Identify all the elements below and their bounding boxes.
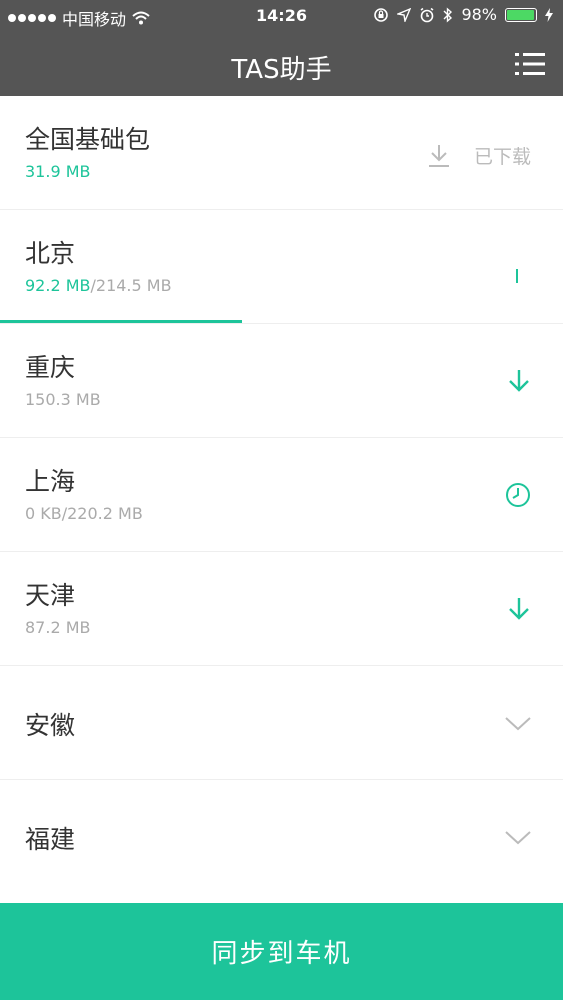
nav-bar: TAS助手: [0, 32, 563, 96]
list-item[interactable]: 福建: [0, 780, 563, 894]
region-size: 0 KB/220.2 MB: [25, 504, 143, 523]
alarm-icon: [420, 7, 434, 22]
location-icon: [397, 7, 412, 22]
app-screen: 中国移动 14:26 98% TAS助手 全国基础包 31.9 MB 已下载 北…: [0, 0, 563, 1000]
region-name: 福建: [25, 825, 76, 854]
clock-icon: [506, 483, 530, 507]
region-name: 天津: [25, 581, 76, 610]
list-item[interactable]: 安徽: [0, 666, 563, 780]
chevron-down-icon: [505, 717, 531, 731]
charging-icon: [545, 7, 553, 22]
list-menu-icon: [515, 53, 545, 75]
downloaded-icon: [428, 144, 449, 167]
battery-icon: [505, 7, 537, 22]
download-arrow-icon: [509, 598, 529, 620]
download-button[interactable]: [507, 368, 531, 398]
list-item[interactable]: 上海 0 KB/220.2 MB: [0, 438, 563, 552]
region-list: 全国基础包 31.9 MB 已下载 北京 92.2 MB/214.5 MB 重庆…: [0, 96, 563, 894]
expand-button[interactable]: [505, 716, 531, 735]
expand-button[interactable]: [505, 830, 531, 849]
rotation-lock-icon: [374, 7, 389, 22]
downloading-spinner-icon: [516, 269, 518, 283]
region-size: 31.9 MB: [25, 162, 91, 181]
download-button[interactable]: [507, 596, 531, 626]
status-bar: 中国移动 14:26 98%: [0, 0, 563, 32]
pause-download-button[interactable]: [515, 268, 519, 287]
region-size: 150.3 MB: [25, 390, 101, 409]
list-item[interactable]: 北京 92.2 MB/214.5 MB: [0, 210, 563, 324]
downloaded-label: 已下载: [473, 146, 531, 168]
battery-percent: 98%: [461, 5, 497, 24]
page-title: TAS助手: [231, 55, 332, 85]
bluetooth-icon: [443, 6, 453, 23]
download-arrow-icon: [509, 370, 529, 392]
downloaded-status: 已下载: [428, 142, 531, 169]
waiting-button[interactable]: [505, 482, 531, 512]
region-name: 上海: [25, 467, 76, 496]
chevron-down-icon: [505, 831, 531, 845]
region-name: 全国基础包: [25, 125, 151, 154]
menu-button[interactable]: [515, 50, 545, 78]
region-size: 87.2 MB: [25, 618, 91, 637]
region-name: 安徽: [25, 711, 76, 740]
region-name: 北京: [25, 239, 76, 268]
region-size: 92.2 MB/214.5 MB: [25, 276, 172, 295]
status-right: 98%: [373, 5, 553, 24]
list-item[interactable]: 全国基础包 31.9 MB 已下载: [0, 96, 563, 210]
list-item[interactable]: 天津 87.2 MB: [0, 552, 563, 666]
sync-to-car-button[interactable]: 同步到车机: [0, 903, 563, 1000]
list-item[interactable]: 重庆 150.3 MB: [0, 324, 563, 438]
region-name: 重庆: [25, 353, 76, 382]
download-progress-bar: [0, 320, 563, 323]
